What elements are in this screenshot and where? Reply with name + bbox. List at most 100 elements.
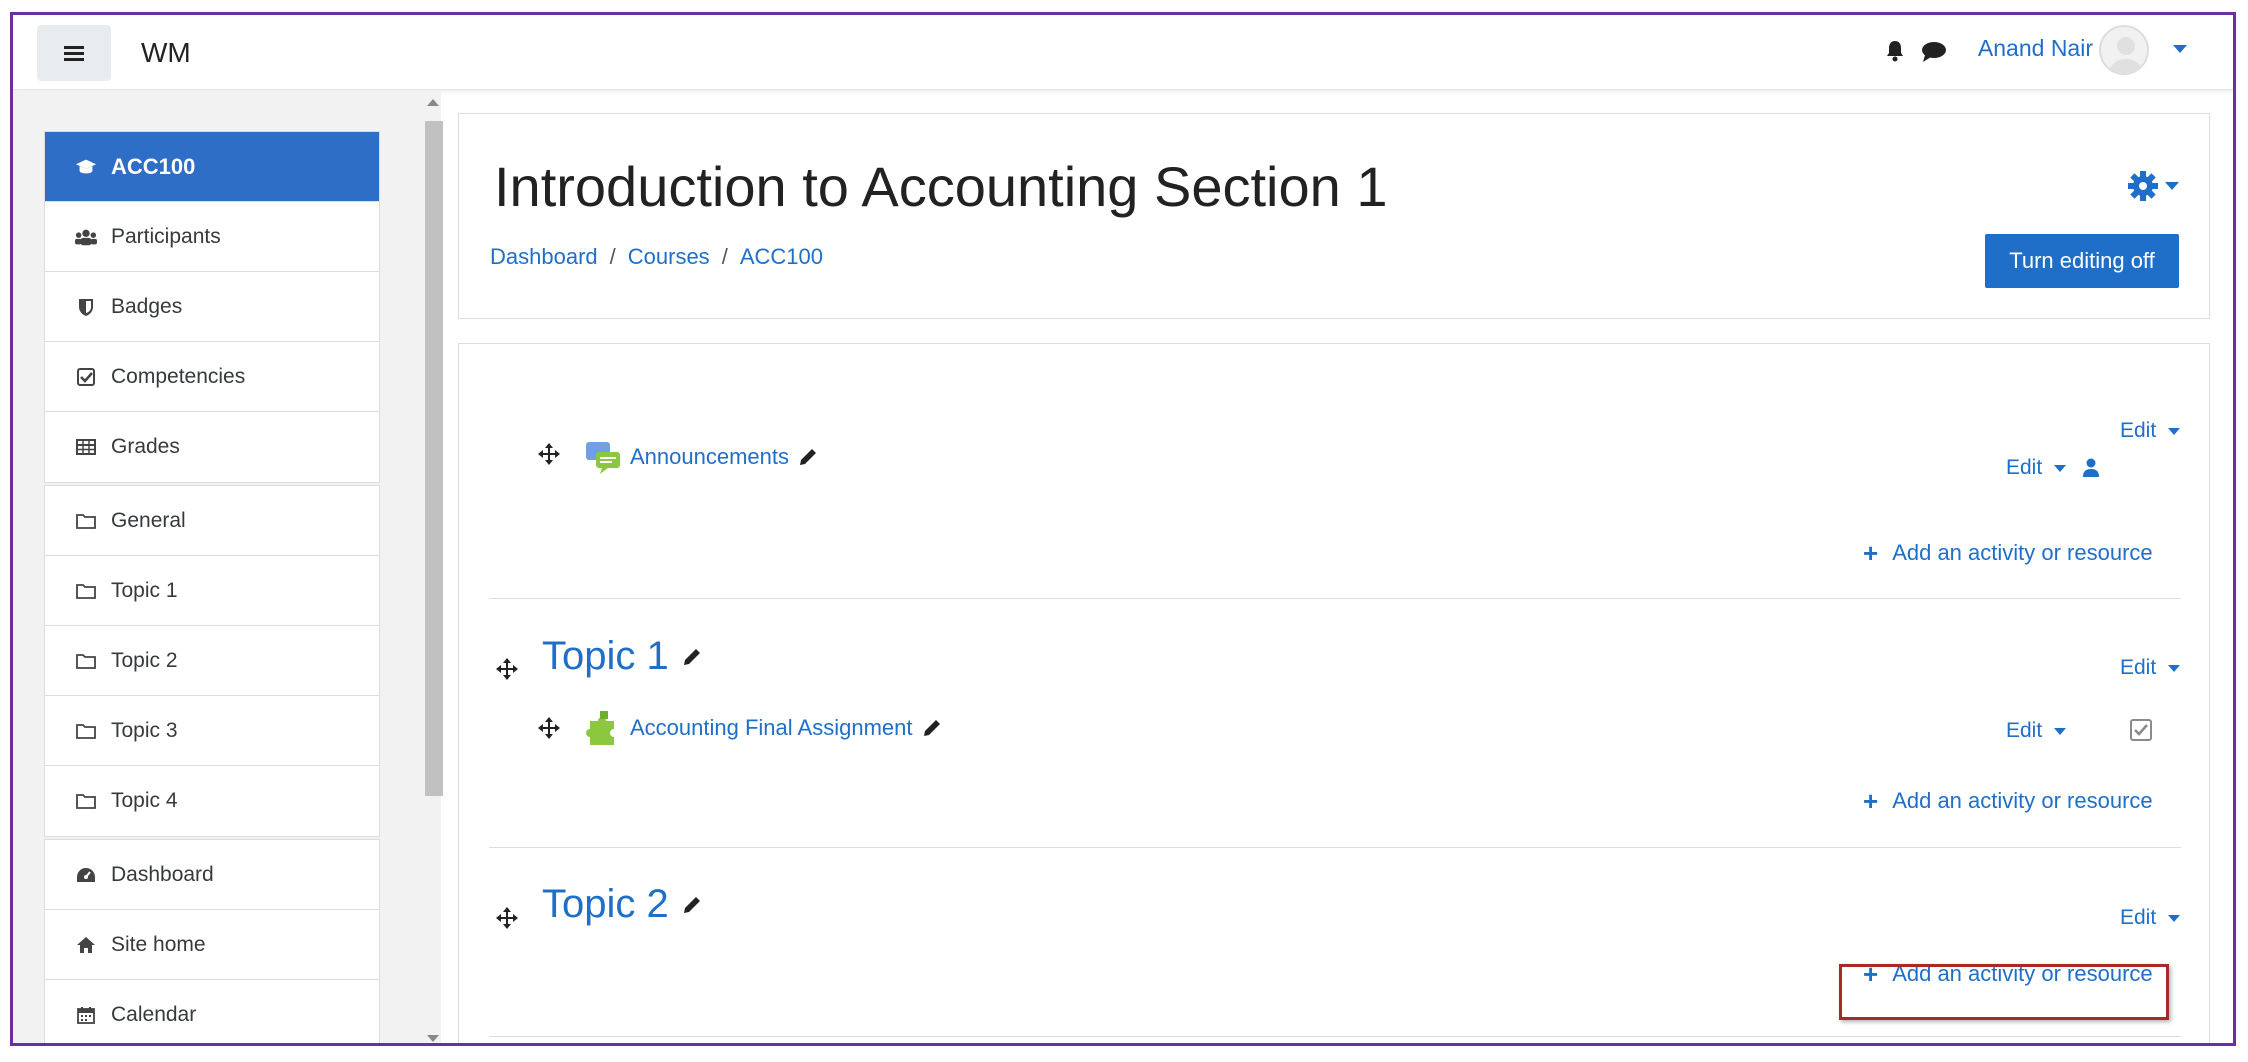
pencil-icon[interactable] [681, 894, 703, 916]
completion-checkbox-icon[interactable] [2129, 718, 2153, 742]
breadcrumb-courses[interactable]: Courses [628, 244, 710, 269]
breadcrumb-separator: / [609, 244, 616, 269]
breadcrumb-separator: / [721, 244, 728, 269]
drawer-scrollbar-thumb[interactable] [425, 121, 443, 796]
edit-label: Edit [2120, 656, 2157, 679]
add-activity-label: Add an activity or resource [1892, 540, 2153, 565]
section-divider [489, 598, 2181, 599]
move-icon[interactable] [495, 906, 519, 930]
chevron-down-icon [2168, 427, 2181, 435]
add-activity-general[interactable]: + Add an activity or resource [1863, 540, 2153, 566]
add-activity-label: Add an activity or resource [1892, 788, 2153, 813]
nav-item-label: ACC100 [111, 153, 196, 179]
nav-item-label: Topic 4 [111, 789, 178, 812]
section-topic-2-edit-menu[interactable]: Edit [2120, 906, 2181, 930]
turn-editing-off-button[interactable]: Turn editing off [1985, 234, 2179, 288]
nav-item-participants[interactable]: Participants [45, 202, 379, 272]
breadcrumb: Dashboard / Courses / ACC100 [490, 244, 823, 270]
nav-item-competencies[interactable]: Competencies [45, 342, 379, 412]
user-group-mode-icon[interactable] [2082, 458, 2100, 478]
user-name-link[interactable]: Anand Nair [1978, 35, 2093, 62]
nav-item-topic-4[interactable]: Topic 4 [45, 766, 379, 836]
nav-item-label: Participants [111, 224, 221, 248]
edit-label: Edit [2006, 456, 2043, 479]
scroll-up-arrow-icon[interactable] [427, 99, 439, 106]
chevron-down-icon [2054, 464, 2067, 472]
user-avatar[interactable] [2099, 25, 2149, 75]
section-name[interactable]: Topic 1 [542, 634, 669, 679]
calendar-icon [75, 1004, 97, 1026]
chevron-down-icon [2165, 182, 2179, 190]
pencil-icon[interactable] [681, 646, 703, 668]
course-settings-menu[interactable] [2127, 170, 2179, 202]
hamburger-menu-button[interactable] [37, 25, 111, 81]
section-topic-1-edit-menu[interactable]: Edit [2120, 656, 2181, 680]
nav-item-site-home[interactable]: Site home [45, 910, 379, 980]
assignment-puzzle-icon [586, 711, 614, 745]
course-content-card: Edit Announcements Edit + Add an activity… [458, 343, 2210, 1043]
activity-announcements[interactable]: Announcements [584, 438, 819, 476]
nav-item-course[interactable]: ACC100 [45, 132, 379, 202]
add-activity-topic-1[interactable]: + Add an activity or resource [1863, 788, 2153, 814]
nav-item-topic-1[interactable]: Topic 1 [45, 556, 379, 626]
chevron-down-icon [2168, 914, 2181, 922]
section-title-topic-2[interactable]: Topic 2 [542, 882, 703, 927]
nav-item-label: Badges [111, 294, 183, 318]
nav-drawer: ACC100 Participants Badges Competencies … [13, 91, 443, 1043]
nav-item-grades[interactable]: Grades [45, 412, 379, 482]
nav-item-label: Topic 2 [111, 648, 178, 672]
move-icon[interactable] [495, 657, 519, 681]
shield-icon [75, 296, 97, 318]
activity-assignment-edit-menu[interactable]: Edit [2006, 719, 2067, 743]
nav-item-label: Topic 3 [111, 718, 178, 742]
nav-item-label: Competencies [111, 364, 246, 388]
nav-item-calendar[interactable]: Calendar [45, 980, 379, 1043]
plus-icon: + [1863, 538, 1879, 568]
site-brand[interactable]: WM [141, 37, 191, 69]
section-divider [489, 1036, 2181, 1037]
bell-icon[interactable] [1884, 39, 1906, 63]
folder-icon [75, 650, 97, 672]
edit-label: Edit [2120, 906, 2157, 929]
nav-item-dashboard[interactable]: Dashboard [45, 840, 379, 910]
activity-announcements-edit-menu[interactable]: Edit [2006, 456, 2067, 480]
home-icon [75, 934, 97, 956]
user-menu-caret-icon[interactable] [2173, 45, 2187, 53]
site-nav-group: Dashboard Site home Calendar [44, 839, 380, 1043]
pencil-icon[interactable] [797, 446, 819, 468]
activity-name[interactable]: Announcements [630, 444, 789, 470]
scroll-down-arrow-icon[interactable] [427, 1035, 439, 1042]
top-navbar: WM Anand Nair [13, 15, 2233, 90]
section-divider [489, 847, 2181, 848]
move-icon[interactable] [537, 716, 561, 740]
highlight-box [1839, 964, 2169, 1020]
activity-accounting-final-assignment[interactable]: Accounting Final Assignment [584, 709, 943, 747]
forum-icon [586, 442, 620, 474]
section-name[interactable]: Topic 2 [542, 882, 669, 927]
nav-item-label: Dashboard [111, 862, 214, 886]
move-icon[interactable] [537, 442, 561, 466]
nav-item-topic-2[interactable]: Topic 2 [45, 626, 379, 696]
nav-item-label: Site home [111, 932, 206, 956]
breadcrumb-dashboard[interactable]: Dashboard [490, 244, 598, 269]
folder-icon [75, 720, 97, 742]
user-silhouette-icon [2110, 37, 2142, 73]
edit-label: Edit [2006, 719, 2043, 742]
nav-item-label: Calendar [111, 1003, 197, 1026]
page-title: Introduction to Accounting Section 1 [494, 155, 1388, 218]
section-title-topic-1[interactable]: Topic 1 [542, 634, 703, 679]
table-icon [75, 436, 97, 458]
course-nav-group: ACC100 Participants Badges Competencies … [44, 131, 380, 483]
folder-icon [75, 790, 97, 812]
nav-item-badges[interactable]: Badges [45, 272, 379, 342]
activity-name[interactable]: Accounting Final Assignment [630, 715, 913, 741]
nav-item-topic-3[interactable]: Topic 3 [45, 696, 379, 766]
section-general-edit-menu[interactable]: Edit [2120, 419, 2181, 443]
plus-icon: + [1863, 786, 1879, 816]
breadcrumb-course[interactable]: ACC100 [740, 244, 823, 269]
folder-icon [75, 580, 97, 602]
chevron-down-icon [2054, 727, 2067, 735]
chat-bubble-icon[interactable] [1921, 41, 1947, 63]
nav-item-general[interactable]: General [45, 486, 379, 556]
pencil-icon[interactable] [921, 717, 943, 739]
